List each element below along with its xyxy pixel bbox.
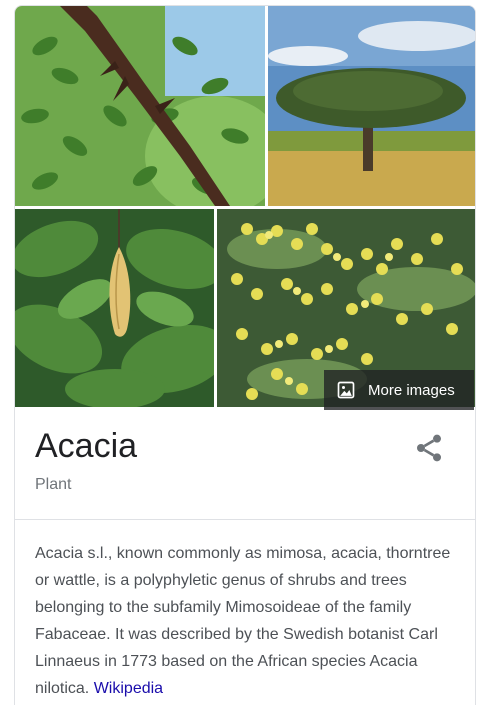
share-button[interactable] [413,432,445,464]
seed-pod-image [15,209,214,407]
entity-subtitle: Plant [35,476,72,493]
image-seed-pod[interactable] [15,209,214,407]
savanna-tree-image [268,6,475,206]
image-thorny-branch[interactable] [15,6,265,206]
entity-title: Acacia [35,427,138,465]
entity-description: Acacia s.l., known commonly as mimosa, a… [35,540,460,702]
description-text: Acacia s.l., known commonly as mimosa, a… [35,545,451,697]
more-images-button[interactable]: More images [324,370,474,410]
wikipedia-source-link[interactable]: Wikipedia [94,680,163,697]
image-icon [336,380,356,400]
more-images-label: More images [368,381,455,399]
knowledge-panel: More images Acacia Plant Acacia s.l., kn… [14,5,476,705]
thorny-branch-image [15,6,265,206]
share-icon [417,434,441,462]
section-divider [15,519,475,520]
image-savanna-tree[interactable] [268,6,475,206]
